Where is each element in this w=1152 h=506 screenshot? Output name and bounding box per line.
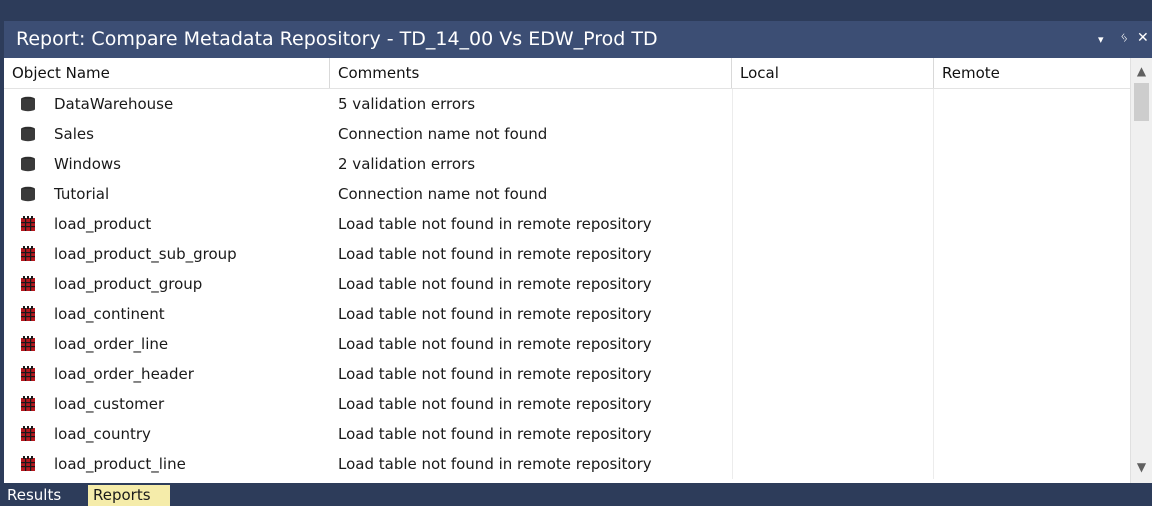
remote-cell <box>934 329 1130 359</box>
report-title: Report: Compare Metadata Repository - TD… <box>16 28 658 50</box>
remote-cell <box>934 179 1130 209</box>
remote-cell <box>934 89 1130 119</box>
remote-cell <box>934 119 1130 149</box>
comment-cell: Load table not found in remote repositor… <box>338 215 652 233</box>
remote-cell <box>934 299 1130 329</box>
table-row[interactable]: load_order_line Load table not found in r… <box>4 329 1130 359</box>
object-name-cell: load_continent <box>54 305 165 323</box>
remote-cell <box>934 389 1130 419</box>
table-row[interactable]: load_product_sub_group Load table not fou… <box>4 239 1130 269</box>
table-row[interactable]: load_customer Load table not found in rem… <box>4 389 1130 419</box>
report-panel: Report: Compare Metadata Repository - TD… <box>0 0 1152 506</box>
object-name-cell: load_product_sub_group <box>54 245 237 263</box>
table-row[interactable]: Windows 2 validation errors <box>4 149 1130 179</box>
close-icon[interactable]: ✕ <box>1137 29 1149 47</box>
remote-cell <box>934 359 1130 389</box>
comment-cell: Connection name not found <box>338 125 548 143</box>
object-name-cell: load_product_line <box>54 455 186 473</box>
comment-cell: Connection name not found <box>338 185 548 203</box>
grid-rows: DataWarehouse 5 validation errors Sales Con… <box>4 89 1130 479</box>
scroll-down-icon[interactable]: ▼ <box>1131 456 1152 478</box>
local-cell <box>732 239 934 269</box>
tab-results[interactable]: Results <box>2 485 86 506</box>
object-name-cell: load_order_header <box>54 365 194 383</box>
report-grid: Object Name Comments Local Remote DataWa… <box>4 58 1152 483</box>
comment-cell: Load table not found in remote repositor… <box>338 305 652 323</box>
table-row[interactable]: load_product_line Load table not found in… <box>4 449 1130 479</box>
local-cell <box>732 269 934 299</box>
table-row[interactable]: load_continent Load table not found in re… <box>4 299 1130 329</box>
object-name-cell: load_order_line <box>54 335 169 353</box>
scroll-up-icon[interactable]: ▲ <box>1131 60 1152 82</box>
table-row[interactable]: Tutorial Connection name not found <box>4 179 1130 209</box>
object-name-cell: load_customer <box>54 395 165 413</box>
comment-cell: 2 validation errors <box>338 155 476 173</box>
remote-cell <box>934 239 1130 269</box>
grid-header: Object Name Comments Local Remote <box>4 58 1130 89</box>
title-bar: Report: Compare Metadata Repository - TD… <box>4 21 1152 58</box>
local-cell <box>732 329 934 359</box>
scrollbar-thumb[interactable] <box>1134 83 1149 121</box>
object-name-cell: Sales <box>54 125 94 143</box>
object-name-cell: Tutorial <box>54 185 110 203</box>
object-name-cell: load_country <box>54 425 151 443</box>
local-cell <box>732 449 934 479</box>
pin-icon[interactable]: ᛃ <box>1120 29 1128 47</box>
local-cell <box>732 179 934 209</box>
comment-cell: Load table not found in remote repositor… <box>338 365 652 383</box>
object-name-cell: load_product_group <box>54 275 203 293</box>
column-header-local[interactable]: Local <box>732 58 934 88</box>
local-cell <box>732 89 934 119</box>
comment-cell: Load table not found in remote repositor… <box>338 335 652 353</box>
column-header-remote[interactable]: Remote <box>934 58 1130 88</box>
local-cell <box>732 419 934 449</box>
local-cell <box>732 359 934 389</box>
tab-reports[interactable]: Reports <box>88 485 170 506</box>
vertical-scrollbar[interactable]: ▲ ▼ <box>1130 58 1152 483</box>
remote-cell <box>934 269 1130 299</box>
column-header-object-name[interactable]: Object Name <box>4 58 330 88</box>
remote-cell <box>934 419 1130 449</box>
comment-cell: Load table not found in remote repositor… <box>338 395 652 413</box>
local-cell <box>732 119 934 149</box>
local-cell <box>732 209 934 239</box>
window-menu-button[interactable]: ▾ <box>1098 31 1104 49</box>
object-name-cell: DataWarehouse <box>54 95 174 113</box>
object-name-cell: load_product <box>54 215 152 233</box>
bottom-tab-strip: Results Reports <box>0 483 1152 506</box>
column-header-comments[interactable]: Comments <box>330 58 732 88</box>
comment-cell: Load table not found in remote repositor… <box>338 245 652 263</box>
table-row[interactable]: load_product Load table not found in remo… <box>4 209 1130 239</box>
table-row[interactable]: load_country Load table not found in remo… <box>4 419 1130 449</box>
remote-cell <box>934 209 1130 239</box>
object-name-cell: Windows <box>54 155 121 173</box>
table-row[interactable]: DataWarehouse 5 validation errors <box>4 89 1130 119</box>
table-row[interactable]: load_order_header Load table not found in… <box>4 359 1130 389</box>
local-cell <box>732 389 934 419</box>
table-row[interactable]: Sales Connection name not found <box>4 119 1130 149</box>
comment-cell: Load table not found in remote repositor… <box>338 275 652 293</box>
remote-cell <box>934 149 1130 179</box>
remote-cell <box>934 449 1130 479</box>
comment-cell: Load table not found in remote repositor… <box>338 455 652 473</box>
comment-cell: 5 validation errors <box>338 95 476 113</box>
local-cell <box>732 299 934 329</box>
comment-cell: Load table not found in remote repositor… <box>338 425 652 443</box>
table-row[interactable]: load_product_group Load table not found i… <box>4 269 1130 299</box>
local-cell <box>732 149 934 179</box>
